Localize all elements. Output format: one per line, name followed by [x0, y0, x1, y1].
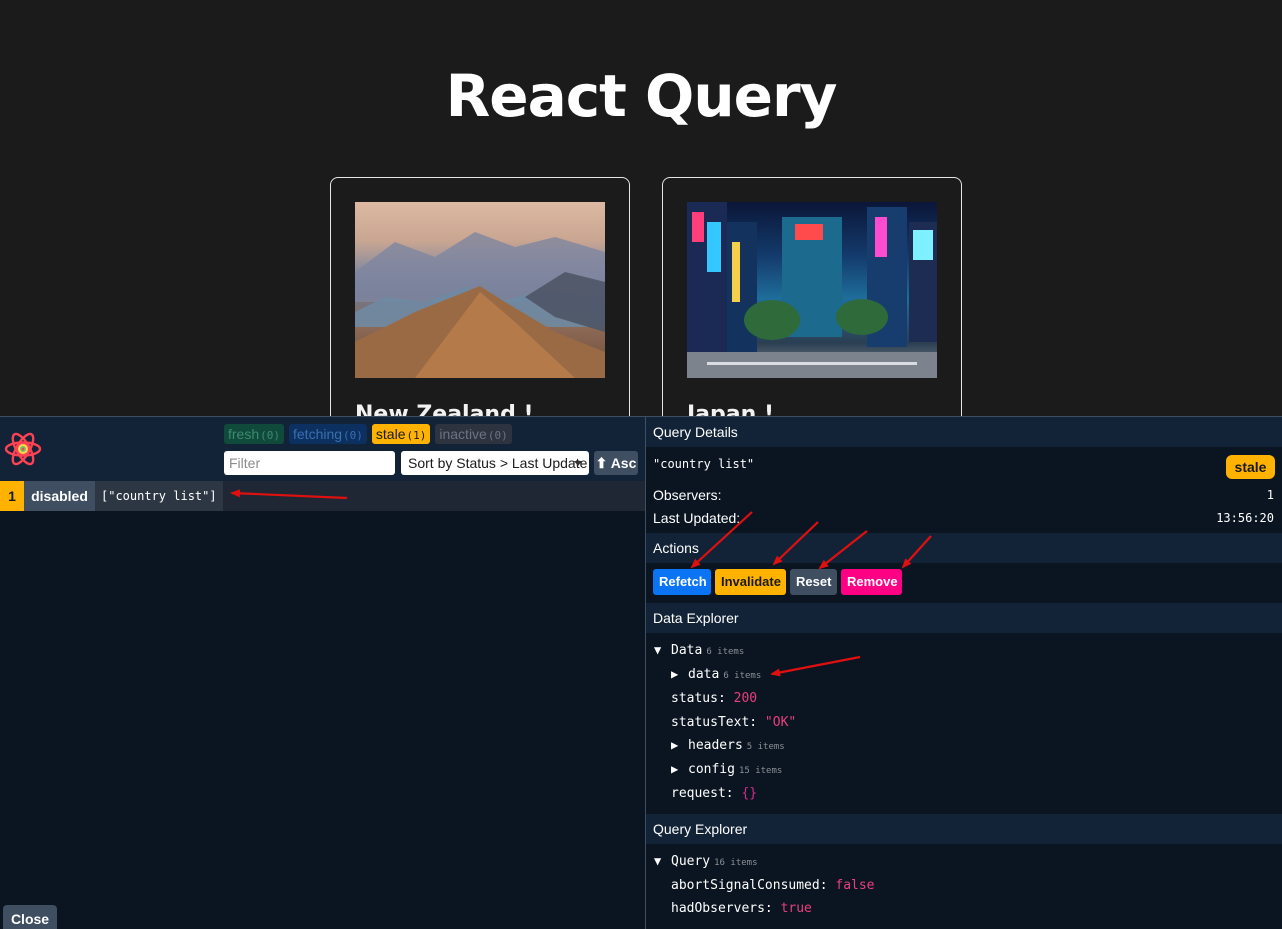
- tree-node-data-root[interactable]: ▼ Data 6 items: [654, 643, 744, 658]
- japan-photo: [687, 202, 937, 378]
- query-status-counts: fresh(0) fetching(0) stale(1) inactive(0…: [224, 424, 512, 444]
- country-card-japan[interactable]: Japan !: [662, 177, 962, 437]
- caret-right-icon: ▶: [671, 667, 679, 681]
- caret-right-icon: ▶: [671, 738, 679, 752]
- fetching-count-badge: fetching(0): [289, 424, 367, 444]
- actions-toolbar: Refetch Invalidate Reset Remove: [653, 569, 902, 595]
- tree-leaf-status: status: 200: [671, 691, 758, 706]
- sort-direction-button[interactable]: ⬆ Asc: [594, 451, 638, 475]
- tree-leaf-request: request: {}: [671, 786, 758, 801]
- tree-leaf-had-observers: hadObservers: true: [671, 901, 812, 916]
- inactive-count-badge: inactive(0): [435, 424, 512, 444]
- tree-leaf-status-text: statusText: "OK": [671, 715, 797, 730]
- details-query-key: "country list": [653, 457, 755, 471]
- query-status-label: disabled: [24, 481, 95, 511]
- query-list-pane: fresh(0) fetching(0) stale(1) inactive(0…: [0, 417, 645, 929]
- devtools-toolbar: fresh(0) fetching(0) stale(1) inactive(0…: [0, 417, 645, 481]
- tree-leaf-abort-signal-consumed: abortSignalConsumed: false: [671, 878, 875, 893]
- fresh-count-badge: fresh(0): [224, 424, 284, 444]
- close-devtools-button[interactable]: Close: [3, 905, 57, 929]
- query-details-header: Query Details: [646, 417, 1282, 447]
- reset-button[interactable]: Reset: [790, 569, 837, 595]
- chevron-down-icon: [574, 461, 582, 466]
- caret-down-icon: ▼: [654, 854, 662, 868]
- react-query-devtools-panel: fresh(0) fetching(0) stale(1) inactive(0…: [0, 416, 1282, 929]
- stale-count-badge: stale(1): [371, 424, 431, 444]
- remove-button[interactable]: Remove: [841, 569, 902, 595]
- sort-select[interactable]: Sort by Status > Last Update: [401, 451, 589, 475]
- actions-header: Actions: [646, 533, 1282, 563]
- query-details-pane: Query Details "country list" stale Obser…: [645, 417, 1282, 929]
- caret-right-icon: ▶: [671, 762, 679, 776]
- query-explorer-header: Query Explorer: [646, 814, 1282, 844]
- observers-label: Observers:: [653, 487, 722, 503]
- status-badge: stale: [1226, 455, 1275, 479]
- invalidate-button[interactable]: Invalidate: [715, 569, 786, 595]
- query-row[interactable]: 1 disabled ["country list"]: [0, 481, 645, 511]
- observer-count-badge: 1: [0, 481, 24, 511]
- react-query-logo-icon[interactable]: [4, 431, 42, 467]
- last-updated-value: 13:56:20: [1216, 511, 1274, 525]
- tree-node-query-root[interactable]: ▼ Query 16 items: [654, 854, 758, 869]
- observers-value: 1: [1266, 488, 1274, 502]
- refetch-button[interactable]: Refetch: [653, 569, 711, 595]
- new-zealand-photo: [355, 202, 605, 378]
- query-key: ["country list"]: [95, 481, 223, 511]
- caret-down-icon: ▼: [654, 643, 662, 657]
- tree-node-headers[interactable]: ▶ headers 5 items: [671, 738, 785, 753]
- last-updated-label: Last Updated:: [653, 510, 741, 526]
- filter-input[interactable]: [224, 451, 395, 475]
- data-explorer-header: Data Explorer: [646, 603, 1282, 633]
- tree-node-data[interactable]: ▶ data 6 items: [671, 667, 761, 682]
- tree-node-config[interactable]: ▶ config 15 items: [671, 762, 782, 777]
- country-card-new-zealand[interactable]: New Zealand !: [330, 177, 630, 437]
- page-title: React Query: [445, 62, 838, 130]
